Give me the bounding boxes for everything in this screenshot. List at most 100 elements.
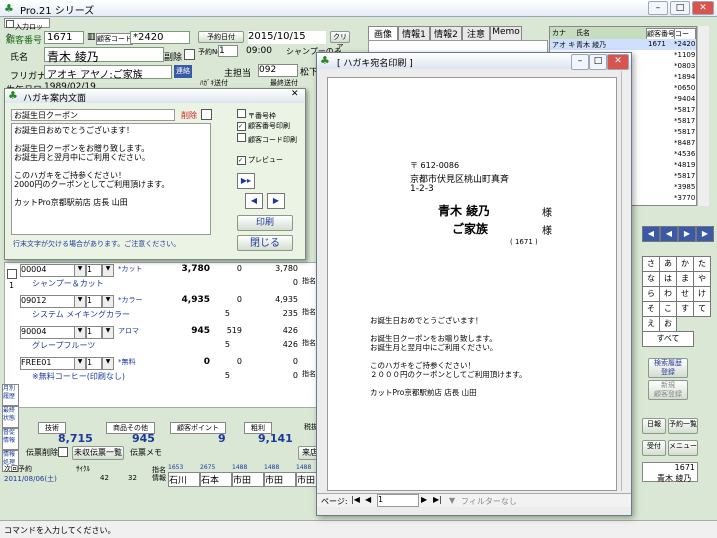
prev-page-icon[interactable]: ◀ xyxy=(245,193,263,209)
kana-button[interactable]: た xyxy=(693,256,711,272)
maximize-button[interactable]: □ xyxy=(670,1,690,15)
item-qty-field[interactable]: 1 xyxy=(86,326,102,339)
chk-code-row[interactable]: 顧客コード印刷 xyxy=(237,133,305,145)
kana-button[interactable]: け xyxy=(693,286,711,302)
page-number-field[interactable]: 1 xyxy=(377,494,419,507)
name-field[interactable]: 青木 綾乃 xyxy=(44,47,164,64)
kana-button[interactable]: こ xyxy=(659,301,677,317)
kana-button[interactable]: は xyxy=(659,271,677,287)
last-page-icon[interactable]: ▶▸ xyxy=(237,173,255,189)
kana-button[interactable]: そ xyxy=(642,301,660,317)
customer-list-scrollbar[interactable] xyxy=(697,26,709,206)
preview-close-button[interactable]: ✕ xyxy=(607,54,629,70)
item-qty-dropdown-icon[interactable]: ▼ xyxy=(102,326,114,339)
prev-nav-icon[interactable]: ◀ xyxy=(365,495,371,504)
kana-button[interactable]: か xyxy=(676,256,694,272)
contact-button[interactable]: 連絡 xyxy=(174,65,192,78)
kana-button[interactable]: え xyxy=(642,316,660,332)
item-total: 4,935 xyxy=(275,295,298,304)
item-qty-dropdown-icon[interactable]: ▼ xyxy=(102,264,114,277)
staff-field[interactable]: 092 xyxy=(258,64,298,77)
item-code-field[interactable]: 00004 xyxy=(20,264,76,277)
kana-button[interactable]: ら xyxy=(642,286,660,302)
input-lock-toggle[interactable]: 入力ロック xyxy=(4,18,50,41)
time-field[interactable]: 09:00 xyxy=(246,46,272,56)
tab-image[interactable]: 画像 xyxy=(368,26,398,41)
unpaid-list-button[interactable]: 未収伝票一覧 xyxy=(72,446,124,460)
item-code-dropdown-icon[interactable]: ▼ xyxy=(74,326,86,339)
reservation-list-button[interactable]: 予約一覧 xyxy=(668,418,698,434)
preview-maximize-button[interactable]: □ xyxy=(589,54,607,70)
kana-button[interactable]: せ xyxy=(676,286,694,302)
last-icon[interactable]: ▶ xyxy=(696,226,714,242)
kana-button[interactable]: さ xyxy=(642,256,660,272)
kana-button[interactable]: な xyxy=(642,271,660,287)
next-nav-icon[interactable]: ▶ xyxy=(421,495,427,504)
kana-button[interactable]: わ xyxy=(659,286,677,302)
left-side-button[interactable]: 最終 状態 xyxy=(2,406,19,428)
first-page-icon[interactable]: |◀ xyxy=(351,495,360,504)
clear-button[interactable]: クリア xyxy=(330,31,350,51)
first-icon[interactable]: ◀ xyxy=(642,226,660,242)
search-history-button[interactable]: 検索履歴 登録 xyxy=(648,358,688,378)
tab-caution[interactable]: 注意 xyxy=(462,26,490,41)
reserve-date-button[interactable]: 予約日付 xyxy=(198,31,244,43)
chk-postal-row[interactable]: 〒番号枠 xyxy=(237,109,305,121)
delete-checkbox[interactable] xyxy=(184,49,195,60)
hagaki-delete-checkbox[interactable] xyxy=(201,109,212,120)
reception-button[interactable]: 受付 xyxy=(642,440,666,456)
item-code-field[interactable]: FREE01 xyxy=(20,357,76,370)
customer-code-field[interactable]: 1671 xyxy=(44,31,84,44)
hagaki-close-icon[interactable]: ✕ xyxy=(291,89,299,99)
kana-button[interactable]: や xyxy=(693,271,711,287)
item-code-field[interactable]: 09012 xyxy=(20,295,76,308)
row-code: *1109 xyxy=(674,51,696,59)
item-qty-dropdown-icon[interactable]: ▼ xyxy=(102,295,114,308)
slip-delete-checkbox[interactable] xyxy=(58,447,68,457)
close-button[interactable]: ✕ xyxy=(692,1,714,15)
print-button[interactable]: 印刷 xyxy=(237,215,293,231)
last-nav-icon[interactable]: ▶| xyxy=(433,495,442,504)
preview-minimize-button[interactable]: – xyxy=(571,54,589,70)
kana-button[interactable]: す xyxy=(676,301,694,317)
daily-report-button[interactable]: 日報 xyxy=(642,418,666,434)
preview-scrollbar[interactable] xyxy=(621,71,631,491)
item-category: *カラー xyxy=(118,296,143,304)
slip-delete-label[interactable]: 伝票削除 xyxy=(26,447,58,458)
item-code-dropdown-icon[interactable]: ▼ xyxy=(74,295,86,308)
tab-info1[interactable]: 情報1 xyxy=(398,26,430,41)
next-page-icon[interactable]: ▶ xyxy=(267,193,285,209)
item-code-dropdown-icon[interactable]: ▼ xyxy=(74,264,86,277)
close-dialog-button[interactable]: 閉じる xyxy=(237,235,293,251)
kana-button[interactable]: ま xyxy=(676,271,694,287)
item-code-dropdown-icon[interactable]: ▼ xyxy=(74,357,86,370)
item-qty-field[interactable]: 1 xyxy=(86,295,102,308)
tab-info2[interactable]: 情報2 xyxy=(430,26,462,41)
kana-button[interactable]: お xyxy=(659,316,677,332)
item-qty-field[interactable]: 1 xyxy=(86,357,102,370)
yotei-select[interactable]: 1 xyxy=(218,45,238,57)
minimize-button[interactable]: – xyxy=(648,1,668,15)
tab-memo[interactable]: Memo xyxy=(490,26,522,41)
item-qty-field[interactable]: 1 xyxy=(86,264,102,277)
kana-button[interactable]: あ xyxy=(659,256,677,272)
chk-preview-row[interactable]: ✓ プレビュー xyxy=(237,155,305,167)
left-side-button[interactable]: 督促 情報 xyxy=(2,428,19,450)
next-icon[interactable]: ▶ xyxy=(678,226,696,242)
customer-code2-field[interactable]: *2420 xyxy=(130,31,190,44)
menu-button[interactable]: メニュー xyxy=(668,440,698,456)
item-qty-dropdown-icon[interactable]: ▼ xyxy=(102,357,114,370)
hagaki-body-textarea[interactable]: お誕生日おめでとうございます！ お誕生日クーポンをお贈り致します。 お誕生月と翌… xyxy=(11,123,211,235)
kana-all-button[interactable]: すべて xyxy=(642,331,694,347)
item-code-field[interactable]: 90004 xyxy=(20,326,76,339)
customer-list-row[interactable]: アオ キ青木 綾乃 1671 *2420 xyxy=(550,39,696,50)
furigana-field[interactable]: アオキ アヤノ:ご家族 xyxy=(44,65,172,81)
kana-button[interactable]: て xyxy=(693,301,711,317)
name-label: 氏名 xyxy=(10,53,29,63)
reserve-date-field[interactable]: 2015/10/15 xyxy=(248,31,326,44)
chk-number-row[interactable]: ✓ 顧客番号印刷 xyxy=(237,121,305,133)
new-customer-button[interactable]: 新規 顧客登録 xyxy=(648,380,688,400)
prev-icon[interactable]: ◀ xyxy=(660,226,678,242)
hagaki-subject-field[interactable]: お誕生日クーポン xyxy=(11,109,175,121)
left-side-button[interactable]: 月別 履歴 xyxy=(2,384,19,406)
